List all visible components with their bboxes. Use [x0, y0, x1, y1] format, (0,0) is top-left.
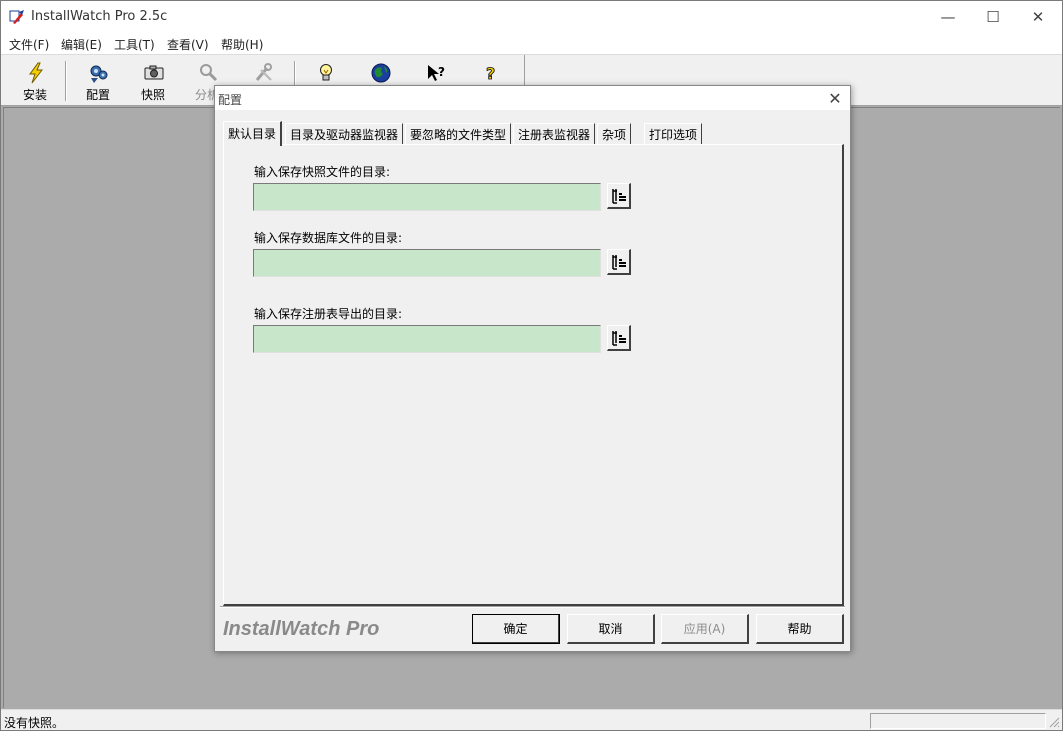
folder-tree-icon [612, 255, 626, 270]
dialog-footer-divider [220, 606, 845, 608]
context-help-icon: ? [428, 65, 445, 81]
database-dir-browse-button[interactable] [607, 249, 631, 275]
brand-text: InstallWatch Pro [223, 618, 380, 640]
close-button[interactable]: ✕ [1015, 1, 1061, 33]
tab-print-options[interactable]: 打印选项 [644, 123, 703, 144]
config-label: 配置 [85, 88, 110, 102]
question-icon: ? [486, 64, 496, 84]
magnifier-icon [200, 64, 218, 82]
install-label: 安装 [22, 88, 47, 102]
database-dir-input[interactable] [253, 249, 601, 277]
folder-tree-icon [612, 189, 626, 204]
cancel-button[interactable]: 取消 [567, 614, 655, 644]
tab-directory-drive-monitor[interactable]: 目录及驱动器监视器 [285, 123, 404, 144]
menu-file[interactable]: 文件(F) [9, 36, 49, 53]
tab-default-directories[interactable]: 默认目录 [223, 121, 283, 146]
app-icon [9, 10, 24, 24]
config-dialog: 配置 ✕ 默认目录 目录及驱动器监视器 要忽略的文件类型 注册表监视器 杂项 打… [214, 85, 851, 652]
tab-panel-default-directories: 输入保存快照文件的目录: 输入保存数据库文件的目录: 输入保存注册表导出的目录: [223, 144, 844, 606]
config-button[interactable]: 配置 [72, 58, 124, 104]
install-button[interactable]: 安装 [9, 58, 61, 104]
lightning-icon [29, 62, 44, 84]
status-bar: 没有快照。 [1, 709, 1062, 730]
status-text: 没有快照。 [4, 716, 65, 730]
status-panel [870, 713, 1046, 729]
menu-edit[interactable]: 编辑(E) [61, 36, 102, 53]
snapshot-button[interactable]: 快照 [127, 58, 179, 104]
gears-icon [90, 65, 108, 83]
help-dialog-button[interactable]: 帮助 [756, 614, 844, 644]
snapshot-label: 快照 [140, 88, 165, 102]
globe-icon [371, 63, 391, 83]
menu-bar: 文件(F) 编辑(E) 工具(T) 查看(V) 帮助(H) [1, 33, 1062, 54]
registry-dir-browse-button[interactable] [607, 325, 631, 351]
snapshot-dir-browse-button[interactable] [607, 183, 631, 209]
window-title: InstallWatch Pro 2.5c [31, 9, 168, 24]
dialog-title: 配置 [218, 93, 243, 107]
tab-registry-monitor[interactable]: 注册表监视器 [513, 123, 596, 144]
folder-tree-icon [612, 331, 626, 346]
registry-dir-input[interactable] [253, 325, 601, 353]
registry-dir-label: 输入保存注册表导出的目录: [254, 307, 403, 321]
title-bar: InstallWatch Pro 2.5c — ☐ ✕ [1, 1, 1062, 33]
tab-misc[interactable]: 杂项 [597, 123, 632, 144]
svg-text:?: ? [486, 64, 495, 83]
maximize-button[interactable]: ☐ [970, 1, 1016, 33]
ok-button[interactable]: 确定 [472, 614, 560, 644]
menu-view[interactable]: 查看(V) [167, 36, 209, 53]
snapshot-dir-input[interactable] [253, 183, 601, 211]
apply-button[interactable]: 应用(A) [661, 614, 749, 644]
snapshot-dir-label: 输入保存快照文件的目录: [254, 165, 391, 179]
menu-tools[interactable]: 工具(T) [114, 36, 155, 53]
database-dir-label: 输入保存数据库文件的目录: [254, 231, 403, 245]
resize-grip-icon[interactable] [1048, 716, 1060, 728]
toolbar-separator [65, 61, 67, 101]
lightbulb-icon [320, 64, 332, 81]
app-window: InstallWatch Pro 2.5c — ☐ ✕ 文件(F) 编辑(E) … [0, 0, 1063, 731]
dialog-title-bar: 配置 ✕ [215, 86, 850, 110]
dialog-close-button[interactable]: ✕ [824, 88, 846, 108]
camera-icon [144, 65, 164, 80]
menu-help[interactable]: 帮助(H) [221, 36, 263, 53]
tools-icon [255, 63, 272, 81]
minimize-button[interactable]: — [925, 1, 971, 33]
svg-text:?: ? [438, 65, 445, 79]
tab-ignored-file-types[interactable]: 要忽略的文件类型 [405, 123, 512, 144]
